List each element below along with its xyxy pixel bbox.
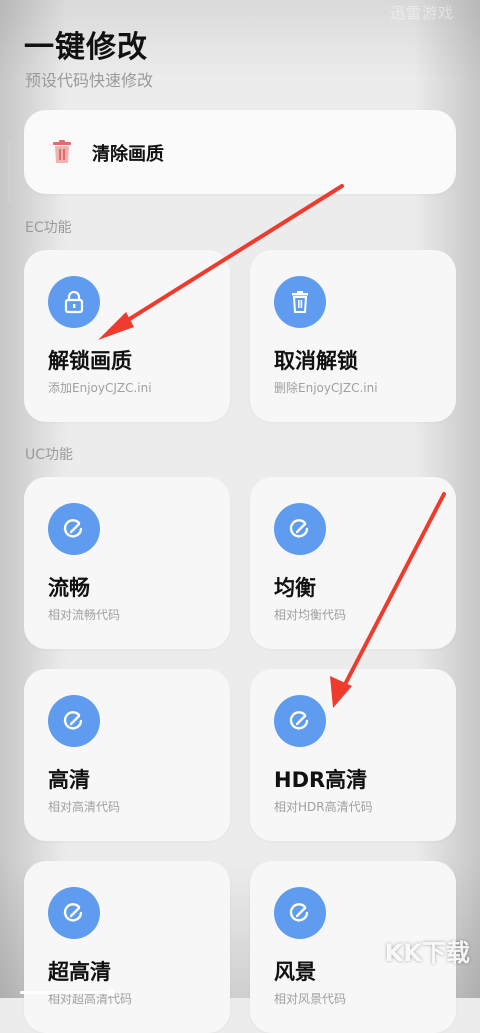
balanced-card[interactable]: 均衡 相对均衡代码 [250, 477, 456, 649]
tile-title: HDR高清 [274, 768, 368, 792]
edit-icon [63, 711, 83, 730]
tile-title: 均衡 [274, 576, 316, 600]
tile-title: 取消解锁 [274, 349, 358, 373]
clear-quality-button[interactable]: 清除画质 [24, 110, 456, 194]
home-indicator-dot [108, 989, 115, 996]
edit-icon [289, 903, 309, 922]
corner-watermark-logo: KK下载 [384, 939, 470, 967]
tile-description: 相对高清代码 [48, 800, 121, 814]
trash-icon [292, 291, 308, 313]
tile-description: 添加EnjoyCJZC.ini [48, 381, 152, 395]
section-label-ec: EC功能 [25, 220, 72, 236]
ultra-hd-card[interactable]: 超高清 相对超高清代码 [24, 861, 230, 1033]
tile-title: 高清 [48, 768, 90, 792]
tile-description: 相对风景代码 [274, 992, 347, 1006]
clear-quality-label: 清除画质 [92, 144, 164, 165]
tile-description: 相对HDR高清代码 [274, 800, 373, 814]
home-indicator[interactable] [20, 991, 110, 994]
tile-title: 风景 [274, 960, 316, 984]
edit-icon [63, 903, 83, 922]
lock-icon [64, 290, 84, 314]
page-title: 一键修改 [24, 30, 148, 65]
tile-title: 超高清 [48, 960, 111, 984]
tile-description: 删除EnjoyCJZC.ini [274, 381, 378, 395]
unlock-quality-card[interactable]: 解锁画质 添加EnjoyCJZC.ini [24, 250, 230, 422]
top-watermark: 迅雷游戏 [389, 4, 454, 22]
trash-icon [53, 140, 71, 163]
section-label-uc: UC功能 [25, 447, 74, 463]
tile-description: 相对流畅代码 [48, 608, 121, 622]
unlock-icon-circle [48, 276, 100, 328]
scroll-indicator[interactable] [8, 140, 11, 204]
tile-title: 流畅 [48, 576, 90, 600]
hdr-hd-card[interactable]: HDR高清 相对HDR高清代码 [250, 669, 456, 841]
cancel-unlock-card[interactable]: 取消解锁 删除EnjoyCJZC.ini [250, 250, 456, 422]
smooth-card[interactable]: 流畅 相对流畅代码 [24, 477, 230, 649]
edit-icon-circle [274, 887, 326, 939]
edit-icon-circle [48, 503, 100, 555]
edit-icon-circle [274, 695, 326, 747]
edit-icon-circle [274, 503, 326, 555]
edit-icon [289, 519, 309, 538]
tile-title: 解锁画质 [48, 349, 132, 373]
cancel-icon-circle [274, 276, 326, 328]
hd-card[interactable]: 高清 相对高清代码 [24, 669, 230, 841]
edit-icon-circle [48, 887, 100, 939]
tile-description: 相对均衡代码 [274, 608, 347, 622]
edit-icon-circle [48, 695, 100, 747]
edit-icon [289, 711, 309, 730]
edit-icon [63, 519, 83, 538]
page-subtitle: 预设代码快速修改 [25, 71, 154, 90]
